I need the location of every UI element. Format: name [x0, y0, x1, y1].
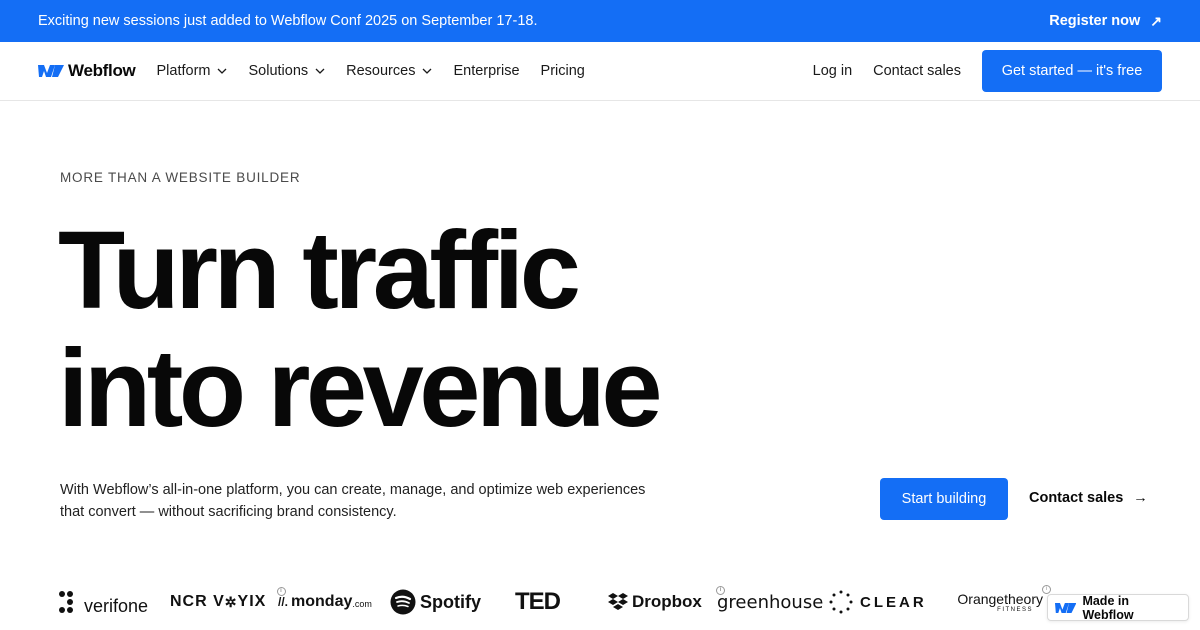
contact-sales-label: Contact sales: [1029, 490, 1124, 506]
subtext-line-1: With Webflow’s all-in-one platform, you …: [60, 482, 646, 498]
arrow-up-right-icon: ↗: [1150, 12, 1162, 29]
orangetheory-logo: Orangetheory FITNESS i: [937, 585, 1051, 613]
main-nav: Webflow Platform Solutions Resources Ent…: [0, 42, 1200, 101]
monday-wordmark: monday: [291, 593, 353, 610]
start-building-button[interactable]: Start building: [880, 478, 1008, 520]
dropbox-icon: [608, 593, 628, 610]
nav-item-label: Resources: [346, 63, 416, 79]
headline-line-1: Turn traffic: [58, 209, 581, 332]
announcement-text: Exciting new sessions just added to Webf…: [38, 13, 538, 29]
ncr-o-icon: ✲: [224, 593, 238, 610]
spotify-icon: [390, 589, 416, 615]
contact-sales-cta[interactable]: Contact sales →: [1029, 490, 1148, 506]
brand-name: Webflow: [68, 61, 136, 80]
clear-wordmark: CLEAR: [860, 593, 927, 611]
ncr-wordmark: NCR V: [170, 593, 225, 610]
nav-item-label: Pricing: [540, 63, 585, 79]
spotify-logo: Spotify: [390, 589, 515, 615]
login-link[interactable]: Log in: [813, 63, 853, 79]
badge-label: Made in Webflow: [1082, 593, 1134, 622]
subtext-line-2: that convert — without sacrificing brand…: [60, 504, 397, 520]
ncr-wordmark-end: YIX: [237, 593, 267, 610]
nav-item-pricing[interactable]: Pricing: [541, 63, 585, 79]
announcement-bar: Exciting new sessions just added to Webf…: [0, 0, 1200, 42]
info-icon: i: [1042, 585, 1051, 594]
register-now-link[interactable]: Register now ↗: [1049, 13, 1162, 30]
clear-dots-icon: [829, 590, 853, 614]
greenhouse-wordmark: greenhouse: [717, 591, 824, 613]
nav-links: Platform Solutions Resources Enterprise …: [156, 63, 584, 79]
monday-suffix: .com: [352, 599, 372, 609]
hero-subtext: With Webflow’s all-in-one platform, you …: [60, 479, 700, 523]
nav-item-resources[interactable]: Resources: [346, 63, 432, 79]
spotify-wordmark: Spotify: [420, 591, 481, 612]
webflow-logo[interactable]: Webflow: [38, 61, 136, 81]
chevron-down-icon: [422, 68, 432, 74]
ted-wordmark: TED: [515, 588, 561, 615]
nav-actions: Log in Contact sales Get started — it's …: [813, 50, 1162, 92]
get-started-button[interactable]: Get started — it's free: [982, 50, 1162, 92]
verifone-wordmark: verifone: [84, 595, 149, 616]
hero-eyebrow: MORE THAN A WEBSITE BUILDER: [60, 170, 301, 185]
contact-sales-link[interactable]: Contact sales: [873, 63, 961, 79]
orangetheory-subtitle: FITNESS: [997, 607, 1033, 613]
orangetheory-wordmark: Orangetheory: [957, 591, 1043, 607]
greenhouse-logo: greenhouse: [717, 592, 829, 613]
made-in-webflow-badge[interactable]: Made in Webflow: [1047, 593, 1189, 622]
verifone-logo: verifone: [58, 588, 170, 617]
arrow-right-icon: →: [1133, 490, 1148, 506]
chevron-down-icon: [218, 68, 227, 74]
customer-logos: verifone NCR V ✲ YIX i //. monday .com S…: [58, 582, 1200, 622]
nav-item-label: Enterprise: [453, 63, 520, 79]
ted-logo: TED: [515, 588, 607, 616]
nav-item-solutions[interactable]: Solutions: [248, 63, 325, 79]
nav-item-label: Platform: [156, 63, 211, 79]
monday-logo: //. monday .com: [278, 593, 390, 611]
nav-item-platform[interactable]: Platform: [156, 63, 227, 79]
register-now-label: Register now: [1049, 13, 1141, 29]
dropbox-wordmark: Dropbox: [632, 592, 702, 611]
nav-item-enterprise[interactable]: Enterprise: [453, 63, 519, 79]
dropbox-logo: Dropbox i: [607, 586, 725, 612]
webflow-mark-icon: [38, 65, 64, 77]
headline-line-2: into revenue: [58, 327, 663, 450]
monday-mark-icon: //.: [278, 595, 289, 609]
ncr-voyix-logo: NCR V ✲ YIX i: [170, 587, 286, 611]
hero-headline: Turn traffic into revenue: [58, 209, 663, 450]
webflow-mark-icon: [1055, 602, 1077, 613]
verifone-dots-icon: [59, 591, 73, 613]
clear-logo: CLEAR: [829, 590, 937, 614]
chevron-down-icon: [315, 68, 325, 74]
nav-item-label: Solutions: [248, 63, 309, 79]
